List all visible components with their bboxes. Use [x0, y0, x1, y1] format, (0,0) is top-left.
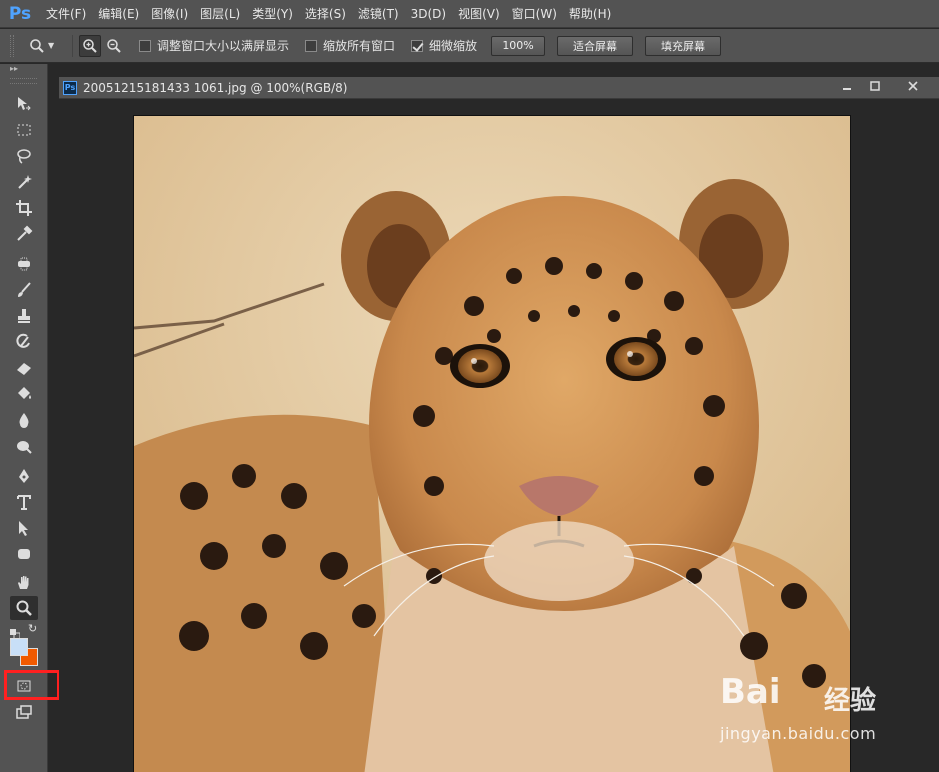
photoshop-window: Ps 文件(F) 编辑(E) 图像(I) 图层(L) 类型(Y) 选择(S) 滤…: [0, 0, 939, 772]
panel-collapse-icon[interactable]: ▸▸: [0, 64, 47, 78]
zoom-tool-icon[interactable]: [10, 596, 38, 620]
menu-filter[interactable]: 滤镜(T): [352, 5, 405, 22]
options-bar: ▼ 调整窗口大小以满屏显示 缩放所有窗口 细微缩放 100% 适合屏幕 填充屏幕: [0, 29, 939, 63]
foreground-color-swatch[interactable]: [10, 638, 28, 656]
default-colors-icon[interactable]: [10, 624, 21, 640]
chevron-down-icon: ▼: [48, 41, 55, 50]
crop-tool-icon[interactable]: [10, 196, 38, 220]
dodge-tool-icon[interactable]: [10, 434, 38, 458]
screen-mode-icon[interactable]: [10, 700, 38, 724]
fill-screen-button[interactable]: 填充屏幕: [645, 35, 722, 56]
hand-tool-icon[interactable]: [10, 570, 38, 594]
menu-type[interactable]: 类型(Y): [246, 5, 299, 22]
history-brush-tool-icon[interactable]: [10, 330, 38, 354]
marquee-tool-icon[interactable]: [10, 118, 38, 142]
menu-view[interactable]: 视图(V): [452, 5, 506, 22]
resize-windows-option[interactable]: 调整窗口大小以满屏显示: [139, 37, 289, 54]
resize-windows-checkbox[interactable]: [139, 39, 151, 52]
ps-logo: Ps: [8, 3, 32, 24]
maximize-button[interactable]: [862, 77, 888, 95]
watermark-brand: 经验: [824, 686, 877, 716]
eyedropper-tool-icon[interactable]: [10, 222, 38, 246]
clone-stamp-tool-icon[interactable]: [10, 304, 38, 328]
type-tool-icon[interactable]: [10, 490, 38, 514]
document-window: Ps 20051215181433 1061.jpg @ 100%(RGB/8): [59, 77, 939, 772]
menu-edit[interactable]: 编辑(E): [92, 5, 145, 22]
scrubby-zoom-label: 细微缩放: [429, 39, 478, 53]
document-title: 20051215181433 1061.jpg @ 100%(RGB/8): [83, 80, 348, 95]
divider: [72, 34, 73, 57]
zoom-in-button[interactable]: [79, 34, 101, 57]
minimize-button[interactable]: [834, 77, 860, 95]
highlight-annotation: [4, 670, 60, 700]
menu-3d[interactable]: 3D(D): [405, 7, 452, 21]
close-button[interactable]: [891, 77, 935, 95]
tools-panel: ▸▸ ↻: [0, 64, 60, 772]
magic-wand-tool-icon[interactable]: [10, 170, 38, 194]
scrubby-zoom-checkbox[interactable]: [411, 39, 424, 52]
swap-colors-icon[interactable]: ↻: [28, 622, 37, 635]
watermark-logo: Bai: [720, 672, 781, 712]
actual-pixels-button[interactable]: 100%: [491, 35, 546, 56]
watermark-url: jingyan.baidu.com: [720, 724, 877, 743]
menu-help[interactable]: 帮助(H): [563, 5, 617, 22]
baidu-watermark: Bai 经验 jingyan.baidu.com: [720, 672, 920, 762]
zoom-all-checkbox[interactable]: [305, 39, 318, 52]
blur-tool-icon[interactable]: [10, 408, 38, 432]
panel-grip[interactable]: [10, 78, 37, 84]
zoom-out-button[interactable]: [103, 35, 125, 57]
paint-bucket-tool-icon[interactable]: [10, 382, 38, 406]
fit-screen-button[interactable]: 适合屏幕: [557, 35, 634, 56]
pen-tool-icon[interactable]: [10, 464, 38, 488]
zoom-all-label: 缩放所有窗口: [323, 39, 396, 53]
options-grip[interactable]: [10, 34, 14, 57]
brush-tool-icon[interactable]: [10, 278, 38, 302]
document-tab[interactable]: Ps 20051215181433 1061.jpg @ 100%(RGB/8): [59, 77, 939, 99]
eraser-tool-icon[interactable]: [10, 356, 38, 380]
menu-file[interactable]: 文件(F): [40, 5, 92, 22]
menu-bar: Ps 文件(F) 编辑(E) 图像(I) 图层(L) 类型(Y) 选择(S) 滤…: [0, 0, 939, 28]
menu-layer[interactable]: 图层(L): [194, 5, 246, 22]
menu-image[interactable]: 图像(I): [145, 5, 194, 22]
zoom-preset-icon: [26, 35, 48, 57]
move-tool-icon[interactable]: [10, 92, 38, 116]
resize-windows-label: 调整窗口大小以满屏显示: [157, 39, 290, 53]
menu-select[interactable]: 选择(S): [299, 5, 352, 22]
menu-window[interactable]: 窗口(W): [506, 5, 563, 22]
lasso-tool-icon[interactable]: [10, 144, 38, 168]
document-type-icon: Ps: [63, 80, 77, 95]
healing-brush-tool-icon[interactable]: [10, 252, 38, 276]
tool-preset-picker[interactable]: ▼: [26, 35, 66, 57]
path-selection-tool-icon[interactable]: [10, 516, 38, 540]
scrubby-zoom-option[interactable]: 细微缩放: [411, 37, 477, 54]
shape-tool-icon[interactable]: [10, 542, 38, 566]
zoom-all-option[interactable]: 缩放所有窗口: [305, 37, 395, 54]
